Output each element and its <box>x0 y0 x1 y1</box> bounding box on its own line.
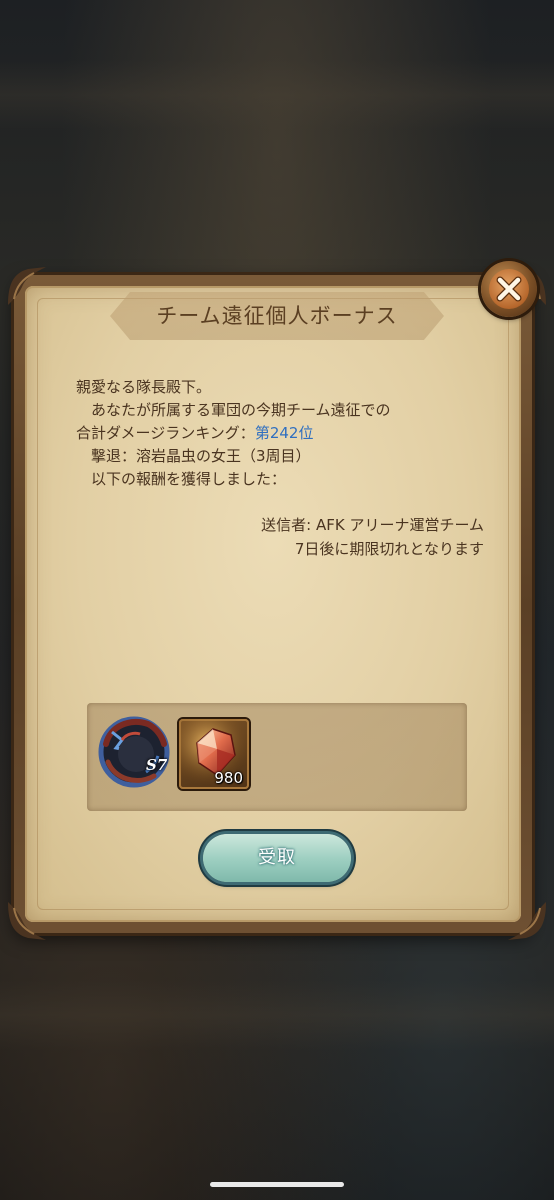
season-badge-reward[interactable]: S7 <box>96 714 172 790</box>
close-button[interactable] <box>481 261 537 317</box>
crystal-quantity: 980 <box>214 769 243 787</box>
sender-block: 送信者: AFK アリーナ運営チーム 7日後に期限切れとなります <box>76 513 484 561</box>
background-decoration <box>0 980 554 1050</box>
ranking-label: 合計ダメージランキング： <box>76 424 255 442</box>
reward-intro-line: 以下の報酬を獲得しました： <box>91 470 287 488</box>
message-body: 親愛なる隊長殿下。 あなたが所属する軍団の今期チーム遠征での 合計ダメージランキ… <box>76 376 496 491</box>
dialog-title: チーム遠征個人ボーナス <box>156 304 398 328</box>
season-badge-icon <box>98 716 170 788</box>
background-decoration <box>0 60 554 130</box>
crystal-reward[interactable]: 980 <box>179 719 249 789</box>
ranking-line: 合計ダメージランキング：第242位 <box>76 422 496 445</box>
sender-text: 送信者: AFK アリーナ運営チーム <box>261 516 484 534</box>
ranking-value: 第242位 <box>254 424 314 442</box>
receive-button[interactable]: 受取 <box>203 834 351 882</box>
expiry-text: 7日後に期限切れとなります <box>294 540 484 558</box>
close-x-icon[interactable] <box>489 269 529 309</box>
badge-label: S7 <box>146 756 168 774</box>
message-line: あなたが所属する軍団の今期チーム遠征での <box>91 401 391 419</box>
receive-button-label: 受取 <box>258 847 296 868</box>
greeting-text: 親愛なる隊長殿下。 <box>76 378 212 396</box>
corner-ornament-icon <box>4 898 50 944</box>
corner-ornament-icon <box>504 898 550 944</box>
corner-ornament-icon <box>4 263 50 309</box>
close-button-face[interactable] <box>489 269 529 309</box>
home-indicator[interactable] <box>210 1182 344 1187</box>
defeat-line: 撃退：溶岩晶虫の女王（3周目） <box>91 447 311 465</box>
